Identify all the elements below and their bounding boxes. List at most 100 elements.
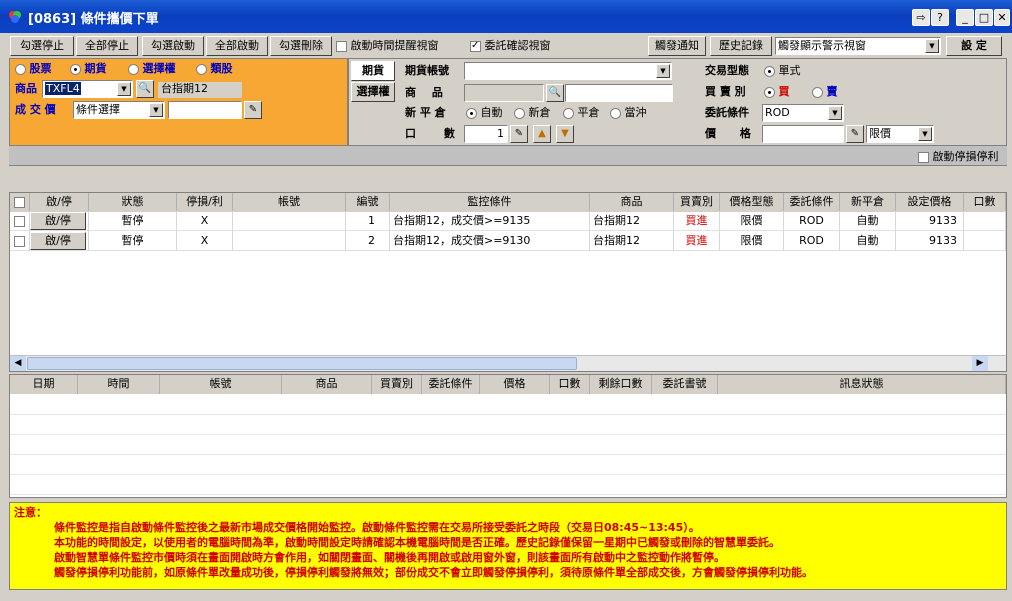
search-icon[interactable]: 🔍 [546, 84, 564, 102]
toggle-button[interactable]: 啟/停 [30, 212, 86, 230]
radio-auto[interactable]: 自動 [466, 106, 503, 120]
decrease-arrow-icon[interactable]: ▼ [556, 125, 574, 143]
minimize-button[interactable]: _ [956, 9, 974, 26]
row-price-type: 限價 [720, 211, 784, 231]
dock-icon[interactable]: ⇨ [912, 9, 930, 26]
condition-select[interactable]: 條件選擇 ▼ [73, 101, 165, 119]
qty-input[interactable]: 1 [464, 125, 508, 143]
checkbox-box[interactable] [14, 196, 25, 208]
radio-circle[interactable] [514, 107, 525, 119]
header-select-all[interactable] [10, 193, 30, 212]
radio-circle[interactable] [764, 86, 775, 98]
checkbox-box[interactable] [470, 39, 481, 53]
radio-futures[interactable]: 期貨 [70, 62, 107, 76]
radio-stock[interactable]: 股票 [15, 62, 52, 76]
radio-circle[interactable] [812, 86, 823, 98]
help-icon[interactable]: ? [931, 9, 949, 26]
scroll-right-icon[interactable]: ▶ [972, 356, 988, 371]
tab-options[interactable]: 選擇權 [351, 82, 395, 102]
history-button[interactable]: 歷史記錄 [710, 36, 772, 56]
radio-circle[interactable] [466, 107, 477, 119]
radio-options[interactable]: 選擇權 [128, 62, 176, 76]
checkbox-box[interactable] [14, 235, 25, 247]
all-start-button[interactable]: 全部啟動 [206, 36, 268, 56]
radio-sell-label: 賣 [826, 85, 838, 98]
trigger-display-select[interactable]: 觸發顯示警示視窗 ▼ [775, 37, 941, 55]
radio-circle[interactable] [15, 63, 26, 75]
account-select[interactable]: ▼ [464, 62, 672, 80]
radio-daytrade[interactable]: 當沖 [610, 106, 647, 120]
check-start-button[interactable]: 勾選啟動 [142, 36, 204, 56]
radio-circle[interactable] [563, 107, 574, 119]
row-checkbox[interactable] [10, 231, 30, 251]
price-type-select[interactable]: 限價 ▼ [866, 125, 934, 143]
radio-circle[interactable] [70, 63, 81, 75]
chevron-down-icon[interactable]: ▼ [149, 103, 163, 117]
radio-circle[interactable] [196, 63, 207, 75]
scroll-thumb[interactable] [27, 357, 577, 370]
maximize-button[interactable]: □ [975, 9, 993, 26]
checkbox-box[interactable] [14, 215, 25, 227]
trigger-display-value: 觸發顯示警示視窗 [778, 39, 866, 52]
product-label: 商品 [15, 82, 37, 95]
order-price-input[interactable] [762, 125, 844, 143]
scroll-left-icon[interactable]: ◀ [10, 356, 26, 371]
calculator-icon[interactable]: ✎ [510, 125, 528, 143]
log-header-order-cond: 委託條件 [422, 375, 480, 394]
condition-price-input[interactable] [168, 101, 242, 119]
row-stop: X [177, 231, 233, 251]
radio-buy[interactable]: 買 [764, 85, 790, 99]
order-product-name [565, 84, 673, 102]
log-header-product: 商品 [282, 375, 372, 394]
checkbox-box[interactable] [918, 151, 929, 163]
close-button[interactable]: ✕ [994, 9, 1010, 26]
horizontal-scrollbar[interactable]: ◀ ▶ [10, 355, 1006, 371]
toggle-button[interactable]: 啟/停 [30, 232, 86, 250]
order-product-label: 商 品 [405, 86, 449, 99]
header-set-price: 設定價格 [896, 193, 964, 212]
check-stop-button[interactable]: 勾選停止 [10, 36, 74, 56]
price-label: 成 交 價 [15, 103, 56, 116]
radio-single[interactable]: 單式 [764, 64, 801, 78]
chevron-down-icon[interactable]: ▼ [828, 106, 842, 120]
order-product-input[interactable] [464, 84, 544, 102]
radio-circle[interactable] [610, 107, 621, 119]
radio-sell[interactable]: 賣 [812, 85, 838, 99]
search-icon[interactable]: 🔍 [136, 80, 154, 98]
radio-close[interactable]: 平倉 [563, 106, 600, 120]
start-time-reminder-checkbox[interactable]: 啟動時間提醒視窗 [336, 39, 439, 53]
row-status: 暫停 [89, 231, 177, 251]
chevron-down-icon[interactable]: ▼ [925, 39, 939, 53]
table-row[interactable]: 啟/停 暫停 X 2 台指期12，成交價>=9130 台指期12 買進 限價 R… [10, 231, 1006, 251]
settings-button[interactable]: 設 定 [946, 36, 1002, 56]
log-table-header: 日期 時間 帳號 商品 買賣別 委託條件 價格 口數 剩餘口數 委託書號 訊息狀… [10, 375, 1006, 394]
check-delete-button[interactable]: 勾選刪除 [270, 36, 332, 56]
product-code-select[interactable]: TXFL4 ▼ [42, 80, 133, 98]
row-price-type: 限價 [720, 231, 784, 251]
radio-circle[interactable] [764, 65, 775, 77]
tab-futures[interactable]: 期貨 [351, 61, 395, 81]
row-number: 1 [346, 211, 390, 231]
order-confirm-checkbox[interactable]: 委託確認視窗 [470, 39, 551, 53]
separator-bar [9, 146, 1007, 166]
calculator-icon[interactable]: ✎ [244, 101, 262, 119]
row-qty [964, 211, 1006, 231]
chevron-down-icon[interactable]: ▼ [656, 64, 670, 78]
stop-loss-checkbox[interactable]: 啟動停損停利 [918, 150, 999, 164]
order-cond-label: 委託條件 [705, 106, 749, 119]
trigger-notify-button[interactable]: 觸發通知 [648, 36, 706, 56]
calculator-icon[interactable]: ✎ [846, 125, 864, 143]
radio-new[interactable]: 新倉 [514, 106, 551, 120]
all-stop-button[interactable]: 全部停止 [76, 36, 138, 56]
radio-circle[interactable] [128, 63, 139, 75]
radio-sector[interactable]: 類股 [196, 62, 233, 76]
product-name: 台指期12 [158, 82, 242, 98]
chevron-down-icon[interactable]: ▼ [918, 127, 932, 141]
checkbox-box[interactable] [336, 40, 347, 52]
increase-arrow-icon[interactable]: ▲ [533, 125, 551, 143]
chevron-down-icon[interactable]: ▼ [117, 82, 131, 96]
table-row[interactable]: 啟/停 暫停 X 1 台指期12，成交價>=9135 台指期12 買進 限價 R… [10, 211, 1006, 231]
header-side: 買賣別 [674, 193, 720, 212]
order-cond-select[interactable]: ROD ▼ [762, 104, 844, 122]
row-checkbox[interactable] [10, 211, 30, 231]
